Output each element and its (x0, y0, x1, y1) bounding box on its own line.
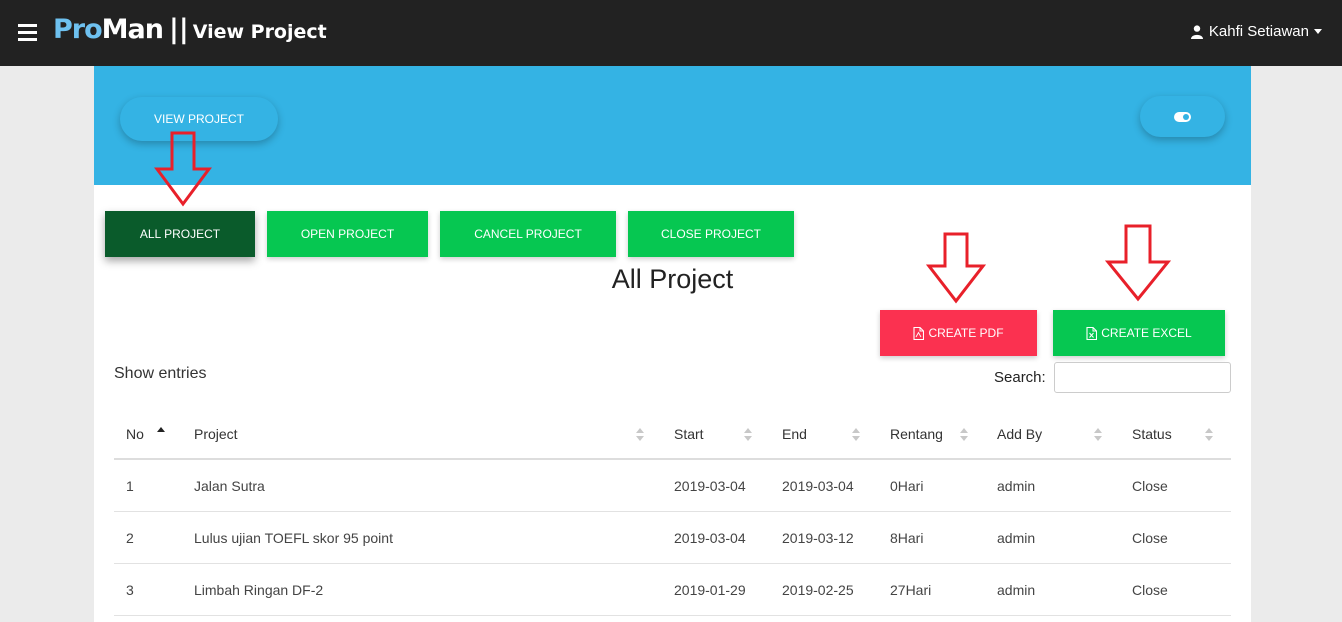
column-header-rentang[interactable]: Rentang (890, 426, 943, 442)
tab-close-project[interactable]: CLOSE PROJECT (628, 211, 794, 257)
pdf-file-icon (913, 326, 925, 340)
tab-cancel-project[interactable]: CANCEL PROJECT (440, 211, 616, 257)
create-excel-label: CREATE EXCEL (1101, 326, 1192, 340)
projects-table: No Project Start End Rentang Add By Stat… (114, 410, 1231, 616)
toggle-button[interactable] (1140, 96, 1225, 137)
user-icon (1190, 24, 1203, 39)
table-row: 3 Limbah Ringan DF-2 2019-01-29 2019-02-… (114, 564, 1231, 616)
sort-icon[interactable] (1094, 428, 1103, 442)
user-name: Kahfi Setiawan (1208, 23, 1309, 40)
sort-icon[interactable] (636, 428, 645, 442)
cell-end: 2019-03-12 (782, 530, 854, 546)
create-pdf-label: CREATE PDF (928, 326, 1004, 340)
menu-icon[interactable] (18, 24, 37, 41)
cell-project: Jalan Sutra (194, 478, 265, 494)
column-header-status[interactable]: Status (1132, 426, 1172, 442)
table-header: No Project Start End Rentang Add By Stat… (114, 410, 1231, 460)
column-header-add-by[interactable]: Add By (997, 426, 1042, 442)
cell-no: 1 (126, 478, 134, 494)
annotation-arrow-icon (1105, 224, 1171, 302)
create-pdf-button[interactable]: CREATE PDF (880, 310, 1037, 356)
sort-icon[interactable] (744, 428, 753, 442)
cell-add-by: admin (997, 582, 1036, 598)
brand-pro: Pro (53, 14, 103, 45)
top-navbar: ProMan || View Project Kahfi Setiawan (0, 0, 1342, 66)
card-header: VIEW PROJECT (94, 66, 1251, 185)
tab-all-project[interactable]: ALL PROJECT (105, 211, 255, 257)
show-entries-label: Show entries (114, 365, 207, 382)
cell-project: Lulus ujian TOEFL skor 95 point (194, 530, 393, 546)
annotation-arrow-icon (154, 131, 212, 207)
cell-status: Close (1132, 478, 1168, 494)
cell-rentang: 8Hari (890, 530, 924, 546)
cell-status: Close (1132, 530, 1168, 546)
page-name: View Project (192, 21, 327, 43)
search-label: Search: (994, 369, 1046, 386)
cell-rentang: 0Hari (890, 478, 924, 494)
column-header-project[interactable]: Project (194, 426, 238, 442)
cell-end: 2019-02-25 (782, 582, 854, 598)
toggle-icon (1174, 111, 1191, 122)
cell-start: 2019-03-04 (674, 478, 746, 494)
page-title: All Project (611, 264, 734, 294)
search-input[interactable] (1054, 362, 1231, 393)
user-menu[interactable]: Kahfi Setiawan (1190, 23, 1322, 40)
tab-open-project[interactable]: OPEN PROJECT (267, 211, 428, 257)
cell-no: 3 (126, 582, 134, 598)
column-header-start[interactable]: Start (674, 426, 704, 442)
sort-asc-icon[interactable] (157, 427, 166, 446)
column-header-end[interactable]: End (782, 426, 807, 442)
brand-logo: ProMan || View Project (53, 14, 327, 45)
create-excel-button[interactable]: CREATE EXCEL (1053, 310, 1225, 356)
cell-rentang: 27Hari (890, 582, 932, 598)
cell-status: Close (1132, 582, 1168, 598)
cell-add-by: admin (997, 478, 1036, 494)
annotation-arrow-icon (926, 232, 986, 304)
cell-end: 2019-03-04 (782, 478, 854, 494)
cell-start: 2019-03-04 (674, 530, 746, 546)
cell-add-by: admin (997, 530, 1036, 546)
sort-icon[interactable] (960, 428, 969, 442)
cell-no: 2 (126, 530, 134, 546)
project-card: VIEW PROJECT ALL PROJECT OPEN PROJECT CA… (94, 66, 1251, 622)
table-row: 2 Lulus ujian TOEFL skor 95 point 2019-0… (114, 512, 1231, 564)
caret-down-icon (1314, 29, 1322, 34)
cell-project: Limbah Ringan DF-2 (194, 582, 324, 598)
cell-start: 2019-01-29 (674, 582, 746, 598)
sort-icon[interactable] (852, 428, 861, 442)
excel-file-icon (1086, 326, 1098, 340)
column-header-no[interactable]: No (126, 426, 144, 442)
table-row: 1 Jalan Sutra 2019-03-04 2019-03-04 0Har… (114, 460, 1231, 512)
brand-separator: || (168, 14, 189, 45)
brand-man: Man (101, 14, 164, 45)
sort-icon[interactable] (1205, 428, 1214, 442)
